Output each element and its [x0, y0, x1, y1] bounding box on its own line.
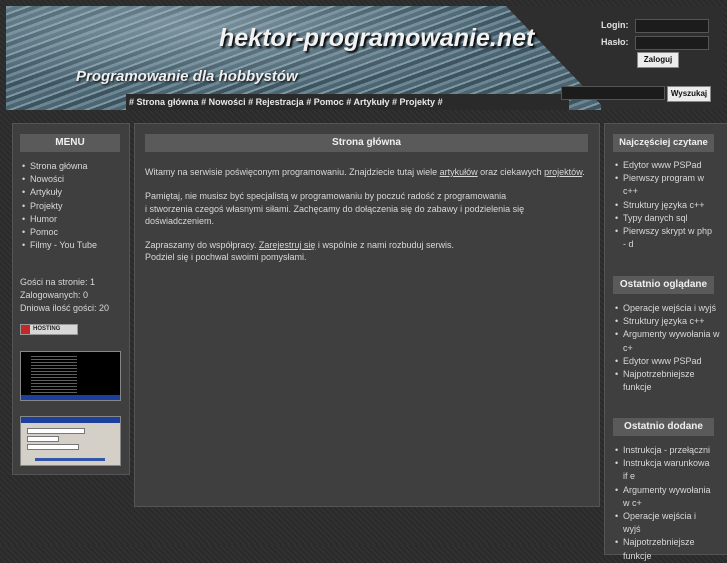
nav-separator: #	[437, 97, 443, 107]
most-read-item[interactable]: Pierwszy program w c++	[615, 172, 715, 198]
recently-viewed-title: Ostatnio oglądane	[613, 276, 714, 294]
console-text-area	[31, 356, 77, 396]
nav-separator: #	[248, 97, 254, 107]
invite-text-after: i wspólnie z nami rozbuduj serwis.	[315, 240, 454, 251]
intro-text: Witamy na serwisie poświęconym programow…	[145, 167, 440, 177]
nav-link-register[interactable]: Rejestracja	[256, 97, 304, 107]
hosting-logo-icon	[21, 325, 30, 334]
invite-text: Zapraszamy do współpracy.	[145, 240, 259, 251]
stat-daily: Dniowa ilość gości: 20	[20, 303, 110, 313]
projects-link[interactable]: projektów	[544, 167, 582, 177]
search-input[interactable]	[561, 86, 665, 100]
recently-viewed-list: Operacje wejścia i wyjś Struktury języka…	[615, 302, 721, 394]
site-slogan: Programowanie dla hobbystów	[76, 68, 298, 85]
dialog-field	[27, 444, 79, 450]
login-label: Login:	[601, 20, 629, 30]
site-header: hektor-programowanie.net Programowanie d…	[6, 6, 723, 110]
dialog-titlebar	[21, 417, 120, 423]
taskbar	[21, 395, 120, 400]
recently-added-item[interactable]: Instrukcja warunkowa if e	[615, 457, 715, 483]
motivation-paragraph: Pamiętaj, nie musisz być specjalistą w p…	[145, 190, 593, 227]
right-sidebar: Najczęściej czytane Edytor www PSPad Pie…	[604, 123, 727, 561]
hosting-badge-label: HOSTING	[33, 326, 61, 332]
most-read-list: Edytor www PSPad Pierwszy program w c++ …	[615, 159, 715, 251]
menu-item-home[interactable]: Strona główna	[22, 160, 97, 173]
invite-paragraph: Zapraszamy do współpracy. Zarejestruj si…	[145, 239, 593, 264]
nav-separator: #	[201, 97, 207, 107]
password-label: Hasło:	[601, 37, 629, 47]
recently-added-title: Ostatnio dodane	[613, 418, 714, 436]
login-input[interactable]	[635, 19, 709, 33]
nav-separator: #	[306, 97, 312, 107]
intro-text-end: .	[582, 167, 585, 177]
most-read-item[interactable]: Edytor www PSPad	[615, 159, 715, 172]
recently-added-list: Instrukcja - przełączni Instrukcja warun…	[615, 444, 715, 563]
articles-link[interactable]: artykułów	[440, 167, 478, 177]
menu-item-news[interactable]: Nowości	[22, 173, 97, 186]
menu-item-youtube[interactable]: Filmy - You Tube	[22, 239, 97, 252]
nav-link-projects[interactable]: Projekty	[400, 97, 436, 107]
nav-link-articles[interactable]: Artykuły	[353, 97, 389, 107]
most-read-item[interactable]: Typy danych sql	[615, 212, 715, 225]
recently-added-item[interactable]: Najpotrzebniejsze funkcje	[615, 536, 715, 562]
most-read-item[interactable]: Struktury języka c++	[615, 199, 715, 212]
motivation-line-2: i stworzenia czegoś własnymi siłami. Zac…	[145, 203, 525, 226]
intro-paragraph: Witamy na serwisie poświęconym programow…	[145, 166, 593, 178]
invite-line-2: Podziel się i pochwal swoimi pomysłami.	[145, 252, 307, 263]
motivation-line-1: Pamiętaj, nie musisz być specjalistą w p…	[145, 191, 507, 202]
left-sidebar: MENU Strona główna Nowości Artykuły Proj…	[12, 123, 130, 475]
most-read-item[interactable]: Pierwszy skrypt w php - d	[615, 225, 715, 251]
content-body: Witamy na serwisie poświęconym programow…	[145, 166, 593, 276]
menu-item-projects[interactable]: Projekty	[22, 200, 97, 213]
recently-viewed-item[interactable]: Argumenty wywołania w c+	[615, 328, 721, 354]
stat-guests: Gości na stronie: 1	[20, 277, 96, 287]
password-input[interactable]	[635, 36, 709, 50]
console-screenshot-thumbnail[interactable]	[20, 351, 121, 401]
register-link[interactable]: Zarejestruj się	[259, 240, 316, 250]
nav-separator: #	[392, 97, 398, 107]
nav-link-news[interactable]: Nowości	[209, 97, 246, 107]
menu-item-humor[interactable]: Humor	[22, 213, 97, 226]
recently-added-item[interactable]: Operacje wejścia i wyjś	[615, 510, 715, 536]
dialog-screenshot-thumbnail[interactable]	[20, 416, 121, 466]
recently-viewed-item[interactable]: Edytor www PSPad	[615, 355, 721, 368]
dialog-field	[27, 428, 85, 434]
search-button[interactable]: Wyszukaj	[667, 86, 711, 102]
site-title[interactable]: hektor-programowanie.net	[219, 24, 534, 53]
nav-link-help[interactable]: Pomoc	[314, 97, 344, 107]
recently-viewed-item[interactable]: Najpotrzebniejsze funkcje	[615, 368, 721, 394]
intro-text-mid: oraz ciekawych	[477, 167, 545, 177]
menu-list: Strona główna Nowości Artykuły Projekty …	[22, 160, 97, 253]
menu-item-help[interactable]: Pomoc	[22, 226, 97, 239]
dialog-link	[35, 458, 105, 461]
most-read-title: Najczęściej czytane	[613, 134, 714, 152]
recently-viewed-item[interactable]: Struktury języka c++	[615, 315, 721, 328]
nav-separator: #	[346, 97, 352, 107]
dialog-field	[27, 436, 59, 442]
recently-added-item[interactable]: Argumenty wywołania w c+	[615, 484, 715, 510]
menu-item-articles[interactable]: Artykuły	[22, 186, 97, 199]
recently-viewed-item[interactable]: Operacje wejścia i wyjś	[615, 302, 721, 315]
menu-title: MENU	[20, 134, 120, 152]
nav-separator: #	[129, 97, 135, 107]
top-navigation: # Strona główna # Nowości # Rejestracja …	[126, 94, 569, 110]
stat-logged: Zalogowanych: 0	[20, 290, 89, 300]
login-button[interactable]: Zaloguj	[637, 52, 679, 68]
recently-added-item[interactable]: Instrukcja - przełączni	[615, 444, 715, 457]
page-title: Strona główna	[145, 134, 588, 152]
hosting-badge[interactable]: HOSTING	[20, 324, 78, 335]
main-content: Strona główna Witamy na serwisie poświęc…	[134, 123, 600, 507]
nav-link-home[interactable]: Strona główna	[137, 97, 199, 107]
